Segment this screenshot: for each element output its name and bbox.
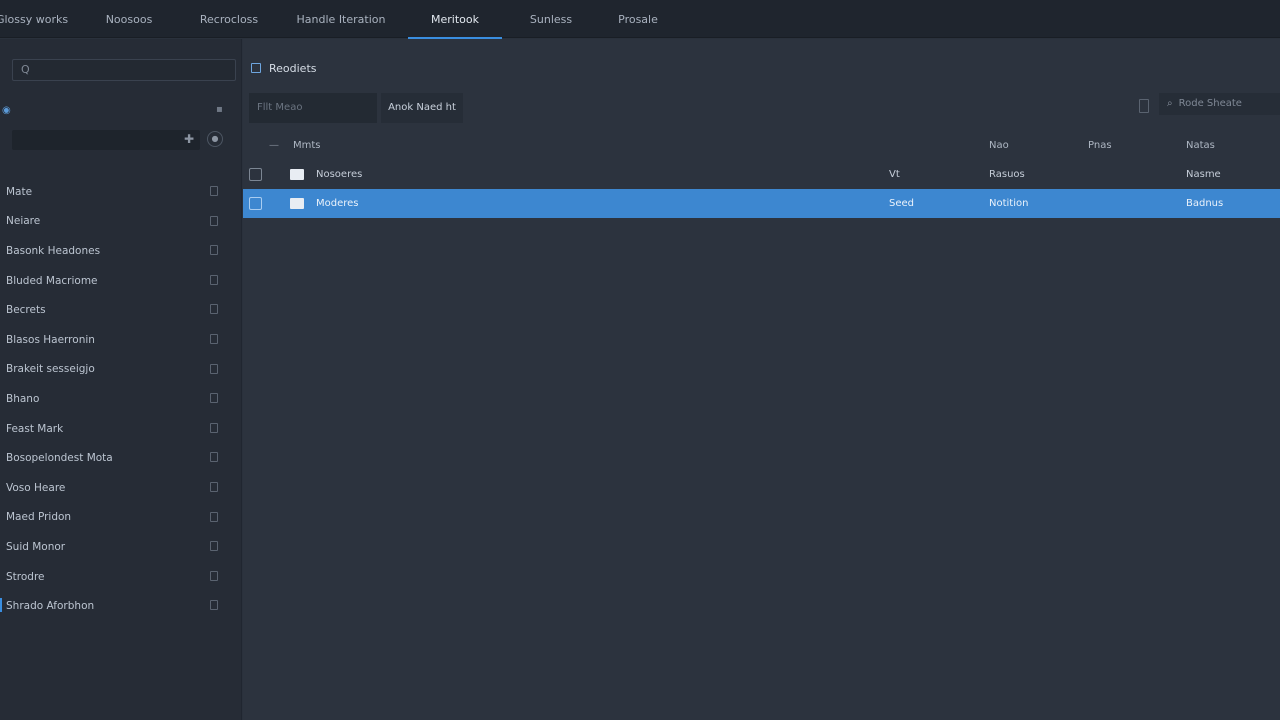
- section-dot-icon: ◉: [2, 105, 11, 116]
- column-header-name[interactable]: Mmts: [293, 131, 793, 160]
- item-icon: [210, 186, 218, 196]
- tab-handle-iteration[interactable]: Handle Iteration: [297, 0, 386, 38]
- search-icon: ⌕: [1167, 98, 1173, 109]
- item-icon: [210, 304, 218, 315]
- sidebar-item[interactable]: Strodre: [0, 562, 242, 592]
- sidebar-item-label: Bosopelondest Mota: [6, 452, 113, 465]
- sidebar: Q ◉ ▪ ✚ ● Mate Neiare Basonk Headones Bl…: [0, 39, 242, 720]
- sidebar-item-label: Blasos Haerronin: [6, 333, 95, 346]
- item-icon: [210, 600, 218, 611]
- filter-input[interactable]: Fllt Meao: [249, 93, 377, 123]
- toolbar: Fllt Meao Anok Naed ht ⌕ Rode Sheate: [243, 93, 1280, 123]
- sidebar-section-header: ◉ ▪: [0, 102, 242, 118]
- item-icon: [210, 245, 218, 256]
- row-col4: Nasme: [1186, 169, 1221, 180]
- sidebar-search-input[interactable]: Q: [12, 59, 236, 81]
- sidebar-item-label: Becrets: [6, 304, 46, 317]
- right-search-input[interactable]: ⌕ Rode Sheate: [1159, 93, 1280, 115]
- sidebar-item[interactable]: Becrets: [0, 295, 242, 325]
- column-header-4[interactable]: Natas: [1186, 131, 1276, 160]
- row-col2: Rasuos: [989, 169, 1025, 180]
- top-tab-bar: Glossy works Noosoos Recrocloss Handle I…: [0, 0, 1280, 39]
- sidebar-item-label: Bhano: [6, 392, 40, 405]
- row-name: Moderes: [316, 198, 359, 209]
- item-icon: [210, 481, 218, 492]
- item-icon: [210, 511, 218, 522]
- tab-prosale[interactable]: Prosale: [614, 0, 662, 38]
- tab-sunless[interactable]: Sunless: [524, 0, 578, 38]
- item-icon: [210, 274, 218, 285]
- sidebar-item[interactable]: Blasos Haerronin: [0, 325, 242, 355]
- sidebar-item-label: Brakeit sesseigjo: [6, 363, 95, 376]
- breadcrumb-label: Reodiets: [269, 61, 317, 75]
- sidebar-item[interactable]: Feast Mark: [0, 414, 242, 444]
- sidebar-filter-field[interactable]: ✚: [12, 130, 200, 150]
- row-checkbox[interactable]: [249, 168, 262, 181]
- copy-icon[interactable]: [1139, 99, 1149, 113]
- table-row-selected[interactable]: Moderes Seed Notition Badnus: [243, 189, 1280, 218]
- tab-glossy-works[interactable]: Glossy works: [0, 0, 68, 38]
- item-icon: [210, 452, 218, 463]
- sidebar-item[interactable]: Maed Pridon: [0, 503, 242, 533]
- item-icon: [210, 541, 218, 552]
- pin-icon[interactable]: ▪: [216, 104, 223, 115]
- sidebar-list: Mate Neiare Basonk Headones Bluded Macri…: [0, 177, 242, 621]
- sidebar-item-label: Bluded Macriome: [6, 274, 98, 287]
- table-row[interactable]: Nosoeres Vt Rasuos Nasme: [243, 160, 1280, 189]
- tab-recrocloss[interactable]: Recrocloss: [196, 0, 262, 38]
- item-icon: [210, 363, 218, 374]
- sidebar-item[interactable]: Mate: [0, 177, 242, 207]
- row-col2: Notition: [989, 198, 1029, 209]
- sidebar-item[interactable]: Suid Monor: [0, 532, 242, 562]
- item-icon: [210, 333, 218, 344]
- row-col4: Badnus: [1186, 198, 1224, 209]
- row-name: Nosoeres: [316, 169, 363, 180]
- sidebar-item-label: Strodre: [6, 570, 45, 583]
- collapse-icon[interactable]: —: [269, 131, 279, 160]
- action-button[interactable]: Anok Naed ht: [381, 93, 463, 123]
- sidebar-item[interactable]: Basonk Headones: [0, 236, 242, 266]
- row-checkbox[interactable]: [249, 197, 262, 210]
- column-header-3[interactable]: Pnas: [1088, 131, 1178, 160]
- sidebar-item[interactable]: Bosopelondest Mota: [0, 443, 242, 473]
- breadcrumb[interactable]: Reodiets: [251, 61, 317, 75]
- sidebar-item-label: Mate: [6, 185, 33, 198]
- right-search-placeholder: Rode Sheate: [1178, 98, 1242, 109]
- folder-icon: [251, 63, 261, 73]
- sidebar-item-label: Basonk Headones: [6, 244, 101, 257]
- sidebar-item[interactable]: Voso Heare: [0, 473, 242, 503]
- item-icon: [210, 215, 218, 226]
- sidebar-item[interactable]: Brakeit sesseigjo: [0, 355, 242, 385]
- sidebar-item[interactable]: Neiare: [0, 207, 242, 237]
- item-icon: [210, 570, 218, 581]
- sidebar-item[interactable]: Bhano: [0, 384, 242, 414]
- sidebar-item-label: Maed Pridon: [6, 511, 72, 524]
- main-panel: Reodiets Fllt Meao Anok Naed ht ⌕ Rode Sh…: [243, 39, 1280, 720]
- file-table: — Mmts Nao Pnas Natas Nosoeres Vt Rasuos…: [243, 131, 1280, 218]
- row-col1: Vt: [889, 169, 900, 180]
- table-header: — Mmts Nao Pnas Natas: [243, 131, 1280, 160]
- sidebar-item-label: Suid Monor: [6, 540, 66, 553]
- column-header-2[interactable]: Nao: [989, 131, 1079, 160]
- item-icon: [210, 422, 218, 433]
- sidebar-item-label: Feast Mark: [6, 422, 64, 435]
- sidebar-item-label: Shrado Aforbhon: [6, 600, 95, 613]
- tab-noosoos[interactable]: Noosoos: [100, 0, 158, 38]
- item-icon: [210, 393, 218, 404]
- sidebar-item[interactable]: Bluded Macriome: [0, 266, 242, 296]
- row-col1: Seed: [889, 198, 914, 209]
- add-icon[interactable]: ✚: [184, 132, 194, 146]
- sidebar-item-label: Voso Heare: [6, 481, 66, 494]
- sidebar-options-icon[interactable]: ●: [207, 131, 223, 147]
- sidebar-item-label: Neiare: [6, 215, 41, 228]
- tab-meritook[interactable]: Meritook: [408, 0, 502, 39]
- sidebar-item[interactable]: Shrado Aforbhon: [0, 591, 242, 621]
